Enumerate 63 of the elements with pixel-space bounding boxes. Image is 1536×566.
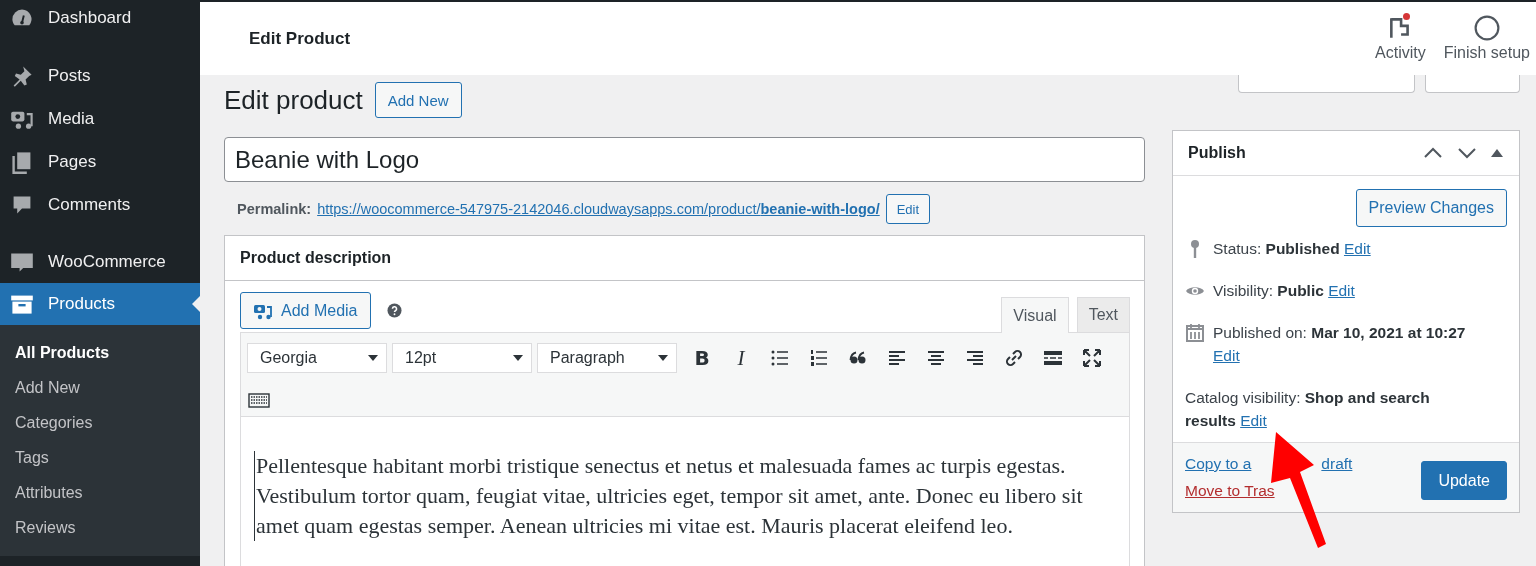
copy-draft-link[interactable]: draft	[1321, 455, 1353, 473]
toolbar-action[interactable]: Finish setup	[1443, 15, 1530, 62]
page-title: Edit Product	[249, 29, 351, 49]
permalink-link[interactable]: https://woocommerce-547975-2142046.cloudwaysapps.com/product/beanie-with-logo/	[317, 201, 880, 217]
sidebar-item[interactable]: Comments	[0, 183, 200, 226]
move-down-icon[interactable]	[1457, 147, 1477, 159]
caret-icon	[368, 355, 378, 361]
sidebar-item[interactable]: Media	[0, 97, 200, 140]
add-new-button[interactable]: Add New	[374, 82, 462, 118]
title-field[interactable]: Beanie with Logo	[224, 137, 1145, 182]
edit-link[interactable]: Edit	[1213, 347, 1240, 364]
permalink-label: Permalink:	[237, 201, 312, 217]
submenu-item[interactable]: Reviews	[0, 510, 200, 545]
sidebar-item[interactable]: WooCommerce	[0, 240, 200, 283]
link-icon[interactable]	[1004, 348, 1024, 368]
date-text: Published on: Mar 10, 2021 at 10:27 Edit	[1213, 323, 1467, 366]
update-button[interactable]: Update	[1421, 461, 1507, 500]
select-field[interactable]: Paragraph	[537, 343, 677, 373]
caret-icon	[513, 355, 523, 361]
fullscreen-icon[interactable]	[1082, 348, 1102, 368]
sidebar-item[interactable]: Pages	[0, 140, 200, 183]
copy-draft-link[interactable]: Copy to a	[1185, 455, 1252, 473]
page-heading: Edit product	[224, 84, 363, 116]
edit-link[interactable]: Edit	[1240, 412, 1267, 429]
select-field[interactable]: 12pt	[392, 343, 532, 373]
numbered-list-icon[interactable]	[809, 348, 829, 368]
submenu-item[interactable]: Categories	[0, 405, 200, 440]
edit-link[interactable]: Edit	[1343, 240, 1371, 257]
submenu-item[interactable]: All Products	[0, 335, 200, 370]
bold-tool[interactable]: B	[692, 346, 712, 370]
panel-title: Publish	[1188, 144, 1246, 162]
caret-icon	[658, 355, 668, 361]
submenu-item[interactable]: Tags	[0, 440, 200, 475]
preview-changes-button[interactable]: Preview Changes	[1355, 189, 1507, 227]
panel-title: Product description	[240, 249, 392, 267]
bullet-list-icon[interactable]	[770, 348, 790, 368]
toolbar-action[interactable]: Activity	[1375, 15, 1426, 62]
edit-link[interactable]: Edit	[1328, 282, 1355, 299]
move-to-trash-link[interactable]: Move to Tras	[1185, 482, 1353, 500]
align-right-icon[interactable]	[965, 348, 985, 368]
submenu-item[interactable]: Add New	[0, 370, 200, 405]
align-center-icon[interactable]	[926, 348, 946, 368]
move-up-icon[interactable]	[1423, 147, 1443, 159]
help-icon[interactable]	[386, 303, 402, 318]
status-text: Status: Published Edit	[1213, 239, 1371, 259]
editor-tab[interactable]: Text	[1076, 297, 1130, 332]
keyboard-icon[interactable]	[247, 390, 271, 410]
calendar-icon	[1185, 323, 1205, 343]
circle-icon	[1473, 15, 1500, 41]
sidebar-item[interactable]: Posts	[0, 54, 200, 97]
read-more-icon[interactable]	[1043, 348, 1063, 368]
italic-tool[interactable]: I	[731, 345, 751, 371]
edit-button[interactable]: Edit	[885, 194, 931, 224]
align-left-icon[interactable]	[887, 348, 907, 368]
sidebar-item[interactable]: Dashboard	[0, 0, 200, 36]
add-media-button[interactable]: Add Media	[240, 292, 371, 329]
collapse-icon[interactable]	[1491, 149, 1503, 157]
catalog-text: Catalog visibility: Shop and search results Edit	[1185, 388, 1431, 431]
select-field[interactable]: Georgia	[247, 343, 387, 373]
editor-tab[interactable]: Visual	[1001, 297, 1069, 333]
visibility-text: Visibility: Public Edit	[1213, 281, 1355, 301]
submenu-item[interactable]: Attributes	[0, 475, 200, 510]
sidebar-item[interactable]: Products	[0, 283, 200, 325]
